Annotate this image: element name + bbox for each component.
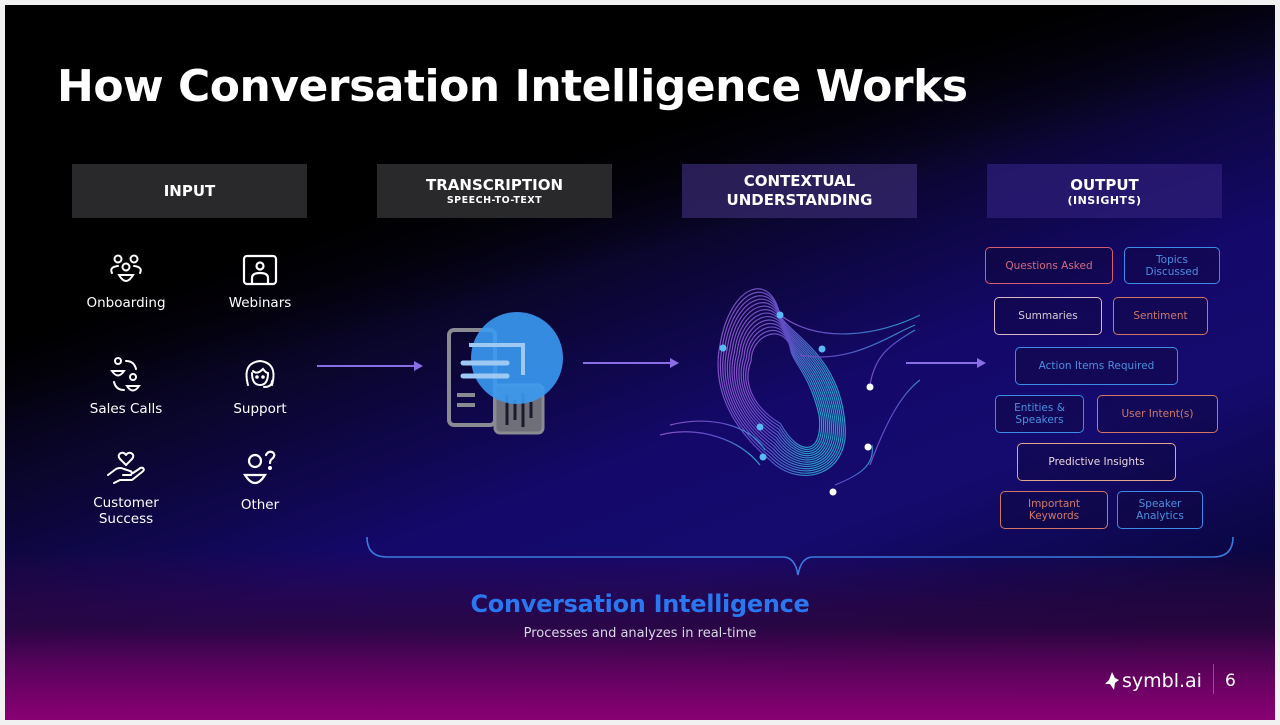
summary-title: Conversation Intelligence: [470, 590, 810, 618]
person-question-icon: [243, 450, 276, 485]
output-label: Sentiment: [1133, 310, 1188, 322]
output-label: Predictive Insights: [1048, 456, 1145, 468]
input-label: Support: [233, 401, 287, 417]
wave-node: [866, 383, 874, 391]
brand-name: symbl.ai: [1122, 670, 1202, 692]
input-support: Support: [205, 355, 315, 417]
output-label: Questions Asked: [1005, 259, 1093, 272]
output-label: Summaries: [1018, 310, 1078, 322]
input-label: Webinars: [228, 295, 292, 311]
output-important-keywords: Important Keywords: [1000, 491, 1108, 529]
wave-tail: [779, 314, 920, 335]
output-label: Speaker Analytics: [1136, 498, 1184, 522]
wave-tail: [834, 444, 873, 486]
stage-label: INPUT: [163, 181, 216, 200]
contextual-understanding-graphic: [660, 288, 920, 496]
output-action-items: Action Items Required: [1015, 347, 1178, 385]
output-label: Entities & Speakers: [1014, 402, 1065, 426]
exchange-people-icon: [110, 357, 141, 392]
grouping-brace: [366, 536, 1234, 576]
wave-node: [864, 443, 872, 451]
wave-tail: [660, 431, 761, 466]
presenter-screen-icon: [242, 254, 278, 286]
input-label: Customer Success: [93, 495, 159, 527]
stage-header-contextual: CONTEXTUAL UNDERSTANDING: [682, 164, 917, 218]
output-label: Action Items Required: [1038, 360, 1155, 372]
transcription-document-icon: [447, 312, 563, 435]
stage-header-input: INPUT: [72, 164, 307, 218]
wave-node: [829, 488, 837, 496]
input-label: Onboarding: [86, 295, 166, 311]
footer-divider: [1213, 664, 1214, 694]
output-sentiment: Sentiment: [1113, 297, 1208, 335]
input-label: Other: [240, 497, 280, 513]
symbl-logo-icon: [1105, 672, 1119, 690]
wave-node: [818, 345, 826, 353]
wave-node: [719, 344, 727, 352]
output-speaker-analytics: Speaker Analytics: [1117, 491, 1203, 529]
stage-sublabel: SPEECH-TO-TEXT: [446, 194, 543, 206]
input-label: Sales Calls: [89, 401, 163, 417]
wave-tail: [869, 379, 920, 466]
input-customer-success: Customer Success: [71, 449, 181, 527]
output-summaries: Summaries: [994, 297, 1102, 335]
output-entities-speakers: Entities & Speakers: [995, 395, 1084, 433]
wave-tail: [869, 329, 916, 386]
flow-arrow: [317, 361, 423, 371]
stage-header-output: OUTPUT (INSIGHTS): [987, 164, 1222, 218]
input-webinars: Webinars: [205, 253, 315, 311]
brand-logo: symbl.ai: [1105, 670, 1202, 692]
output-label: Important Keywords: [1027, 498, 1081, 522]
page-number: 6: [1225, 671, 1236, 691]
wave-node: [759, 453, 767, 461]
group-icon: [110, 254, 142, 282]
summary-subtitle: Processes and analyzes in real-time: [523, 626, 757, 641]
slide-title: How Conversation Intelligence Works: [57, 61, 968, 112]
output-user-intents: User Intent(s): [1097, 395, 1218, 433]
wave-node: [756, 423, 764, 431]
output-questions-asked: Questions Asked: [985, 247, 1113, 284]
stage-label: TRANSCRIPTION: [426, 175, 563, 194]
stage-label: CONTEXTUAL: [743, 172, 856, 190]
output-label: Topics Discussed: [1145, 253, 1199, 278]
output-predictive-insights: Predictive Insights: [1017, 443, 1176, 481]
input-sales-calls: Sales Calls: [71, 355, 181, 417]
wave-node: [776, 311, 784, 319]
output-label: User Intent(s): [1121, 408, 1194, 420]
stage-header-transcription: TRANSCRIPTION SPEECH-TO-TEXT: [377, 164, 612, 218]
input-other: Other: [205, 449, 315, 513]
wave-line: [736, 316, 831, 459]
input-onboarding: Onboarding: [71, 253, 181, 311]
slide: How Conversation Intelligence Works INPU…: [5, 5, 1275, 720]
stage-label: OUTPUT: [1070, 175, 1139, 194]
headset-agent-icon: [245, 359, 275, 388]
stage-sublabel: (INSIGHTS): [1067, 193, 1142, 207]
stage-label-line2: UNDERSTANDING: [726, 191, 873, 209]
wave-tail: [669, 420, 766, 451]
output-topics-discussed: Topics Discussed: [1124, 247, 1220, 284]
heart-hand-icon: [107, 451, 145, 484]
